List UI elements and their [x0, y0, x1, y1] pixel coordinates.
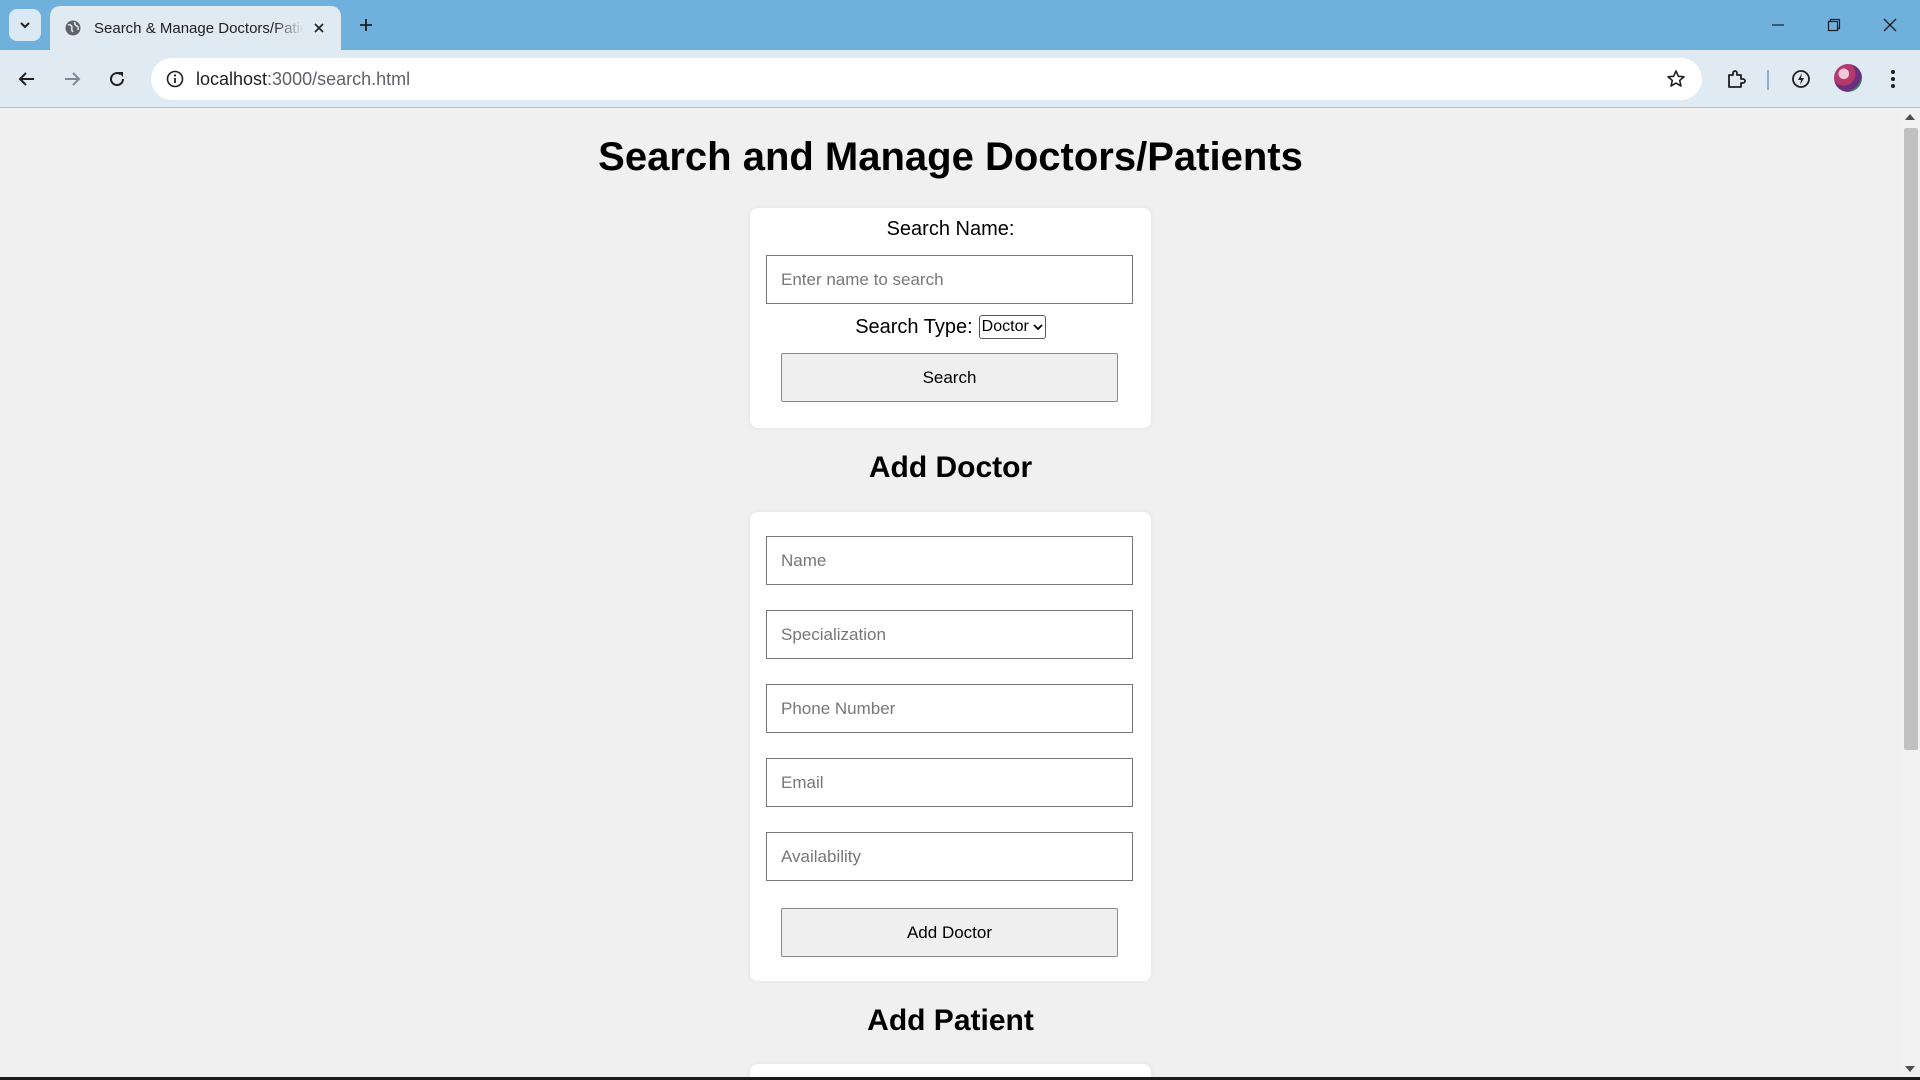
- add-patient-heading: Add Patient: [867, 1004, 1034, 1037]
- search-name-label: Search Name:: [886, 218, 1015, 240]
- doctor-name-field[interactable]: [766, 536, 1133, 585]
- browser-tab-bar: Search & Manage Doctors/Patients: [0, 0, 1920, 50]
- search-button[interactable]: Search: [781, 353, 1118, 402]
- url-host: localhost: [196, 69, 268, 89]
- tab-search-button[interactable]: [9, 9, 41, 41]
- profile-avatar[interactable]: [1834, 64, 1862, 92]
- search-type-select[interactable]: Doctor: [978, 315, 1046, 339]
- add-doctor-button[interactable]: Add Doctor: [781, 908, 1118, 957]
- reload-button[interactable]: [99, 61, 135, 97]
- minimize-icon: [1772, 24, 1784, 26]
- chevron-down-icon: [20, 22, 30, 29]
- doctor-availability-field[interactable]: [766, 832, 1133, 881]
- add-doctor-heading: Add Doctor: [868, 451, 1033, 484]
- search-type-row: Search Type: Doctor: [750, 315, 1151, 339]
- browser-toolbar: localhost:3000/search.html: [0, 50, 1920, 108]
- add-patient-card: [750, 1064, 1151, 1077]
- page-title: Search and Manage Doctors/Patients: [598, 135, 1303, 179]
- search-card: Search Name: Search Type: Doctor Search: [750, 208, 1151, 428]
- toolbar-divider: [1767, 70, 1769, 90]
- address-bar[interactable]: localhost:3000/search.html: [151, 58, 1702, 100]
- close-window-button[interactable]: [1862, 0, 1918, 50]
- site-info-icon[interactable]: [159, 63, 191, 95]
- search-type-label: Search Type:: [855, 315, 973, 338]
- url-text[interactable]: localhost:3000/search.html: [196, 69, 410, 90]
- restore-button[interactable]: [1806, 0, 1862, 50]
- page-scrollbar[interactable]: [1901, 109, 1920, 1077]
- page-viewport: Search and Manage Doctors/Patients Searc…: [0, 109, 1901, 1077]
- scroll-thumb[interactable]: [1904, 128, 1918, 750]
- arrow-left-icon: [18, 72, 34, 86]
- new-tab-button[interactable]: [352, 11, 380, 39]
- extensions-icon[interactable]: [1718, 61, 1754, 97]
- menu-kebab-icon[interactable]: [1875, 61, 1911, 97]
- search-name-input[interactable]: [766, 255, 1133, 304]
- url-path: :3000/search.html: [267, 69, 411, 89]
- forward-button[interactable]: [54, 61, 90, 97]
- search-type-selected: Doctor: [981, 318, 1029, 335]
- arrow-right-icon: [65, 72, 81, 86]
- reload-icon: [110, 72, 125, 87]
- plus-icon: [360, 19, 372, 31]
- bookmark-star-icon[interactable]: [1660, 63, 1692, 95]
- globe-icon: [64, 19, 82, 37]
- tab-title: Search & Manage Doctors/Patients: [94, 19, 304, 37]
- minimize-button[interactable]: [1750, 0, 1806, 50]
- back-button[interactable]: [9, 61, 45, 97]
- close-icon: [1883, 18, 1897, 32]
- doctor-email-field[interactable]: [766, 758, 1133, 807]
- performance-icon[interactable]: [1783, 61, 1819, 97]
- chevron-down-icon: [1033, 324, 1043, 331]
- close-tab-icon[interactable]: [309, 18, 329, 38]
- browser-tab-active[interactable]: Search & Manage Doctors/Patients: [50, 6, 341, 50]
- doctor-phone-field[interactable]: [766, 684, 1133, 733]
- scroll-down-arrow-icon[interactable]: [1905, 1066, 1915, 1072]
- add-doctor-card: Add Doctor: [750, 512, 1151, 981]
- doctor-specialization-field[interactable]: [766, 610, 1133, 659]
- scroll-up-arrow-icon[interactable]: [1905, 114, 1915, 120]
- restore-icon: [1827, 18, 1841, 32]
